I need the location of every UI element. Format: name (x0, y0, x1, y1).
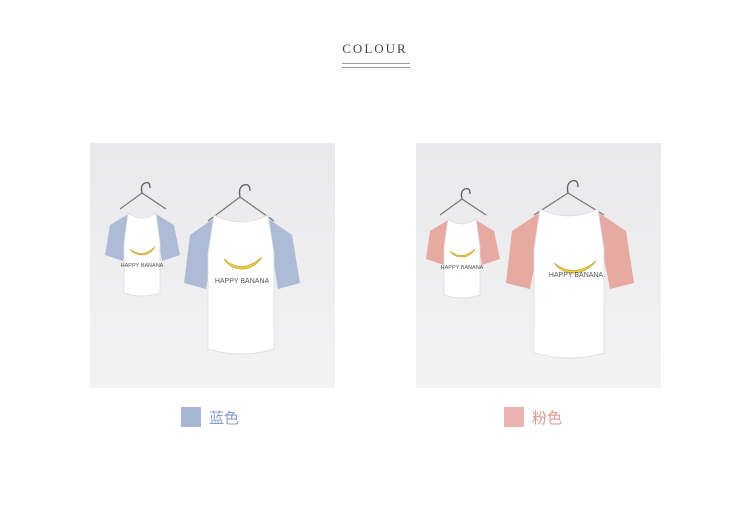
large-shirt-print: HAPPY BANANA (215, 278, 270, 285)
colour-heading: COLOUR (342, 41, 408, 56)
swatch-label-pink: 粉色 (532, 408, 563, 427)
product-photo-blue: HAPPY BANANA HAPPY BANANA (90, 143, 335, 388)
swatch-pink[interactable]: 粉色 (504, 407, 562, 427)
photo-svg-pink: HAPPY BANANA HAPPY BANANA (416, 143, 661, 388)
swatch-blue[interactable]: 蓝色 (181, 407, 239, 427)
swatch-label-blue: 蓝色 (209, 408, 240, 427)
product-photo-pink: HAPPY BANANA HAPPY BANANA (416, 143, 661, 388)
color-swatch-blue (181, 407, 201, 427)
heading-rule-top (342, 63, 410, 64)
heading-rule-bottom (342, 67, 410, 68)
large-shirt-print: HAPPY BANANA (549, 272, 604, 279)
color-swatch-pink (504, 407, 524, 427)
photo-svg-blue: HAPPY BANANA HAPPY BANANA (90, 143, 335, 388)
small-shirt-print: HAPPY BANANA (121, 263, 164, 269)
small-shirt-print: HAPPY BANANA (441, 265, 484, 271)
